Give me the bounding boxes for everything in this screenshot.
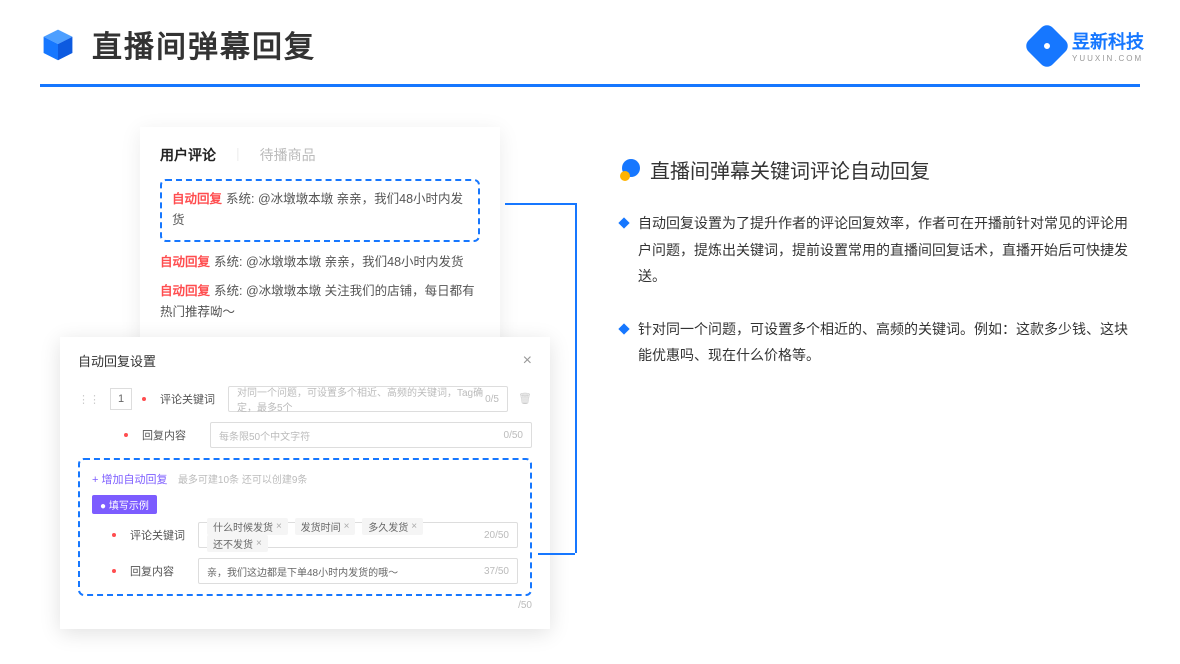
bullet-item: 自动回复设置为了提升作者的评论回复效率，作者可在开播前针对常见的评论用户问题，提… bbox=[620, 210, 1140, 290]
connector-line bbox=[538, 553, 575, 555]
tag-remove-icon[interactable]: × bbox=[344, 521, 350, 532]
keyword-placeholder: 对同一个问题，可设置多个相近、高频的关键词，Tag确定，最多5个 bbox=[237, 384, 485, 414]
auto-reply-badge: 自动回复 bbox=[160, 284, 210, 298]
connector-line bbox=[505, 203, 575, 205]
tag-remove-icon[interactable]: × bbox=[256, 538, 262, 549]
reply-row: 自动回复系统: @冰墩墩本墩 关注我们的店铺，每日都有热门推荐呦～ bbox=[160, 281, 480, 324]
content-input[interactable]: 每条限50个中文字符 0/50 bbox=[210, 422, 532, 448]
connector-line bbox=[575, 203, 577, 553]
keyword-input[interactable]: 对同一个问题，可设置多个相近、高频的关键词，Tag确定，最多5个 0/5 bbox=[228, 386, 508, 412]
drag-handle-icon[interactable]: ⋮⋮ bbox=[78, 393, 100, 406]
keyword-tag[interactable]: 多久发货× bbox=[362, 518, 423, 535]
diamond-icon bbox=[618, 323, 629, 334]
auto-reply-badge: 自动回复 bbox=[172, 192, 222, 206]
keyword-tag[interactable]: 还不发货× bbox=[207, 535, 268, 552]
ex-keyword-count: 20/50 bbox=[484, 530, 509, 541]
tab-divider: | bbox=[236, 145, 240, 165]
ex-content-input[interactable]: 亲，我们这边都是下单48小时内发货的哦～ 37/50 bbox=[198, 558, 518, 584]
keyword-count: 0/5 bbox=[485, 394, 499, 405]
diamond-icon bbox=[618, 217, 629, 228]
add-auto-reply-link[interactable]: + 增加自动回复 bbox=[92, 471, 167, 487]
logo-cube-icon bbox=[40, 26, 76, 62]
page-title: 直播间弹幕回复 bbox=[92, 22, 316, 66]
required-dot-icon bbox=[142, 397, 146, 401]
brand-name: 昱新科技 bbox=[1072, 28, 1144, 54]
reply-text: 系统: @冰墩墩本墩 亲亲，我们48小时内发货 bbox=[214, 255, 464, 269]
required-dot-icon bbox=[124, 433, 128, 437]
brand-sub: YUUXIN.COM bbox=[1072, 54, 1144, 63]
auto-reply-badge: 自动回复 bbox=[160, 255, 210, 269]
reply-row: 自动回复系统: @冰墩墩本墩 亲亲，我们48小时内发货 bbox=[160, 252, 480, 273]
required-dot-icon bbox=[112, 533, 116, 537]
ex-keyword-input[interactable]: 什么时候发货× 发货时间× 多久发货× 还不发货× 20/50 bbox=[198, 522, 518, 548]
tag-remove-icon[interactable]: × bbox=[411, 521, 417, 532]
settings-panel: 自动回复设置 × ⋮⋮ 1 评论关键词 对同一个问题，可设置多个相近、高频的关键… bbox=[60, 337, 550, 629]
ex-content-value: 亲，我们这边都是下单48小时内发货的哦～ bbox=[207, 564, 398, 579]
index-box: 1 bbox=[110, 388, 132, 410]
ex-tags-container: 什么时候发货× 发货时间× 多久发货× 还不发货× bbox=[207, 518, 484, 552]
keyword-label: 评论关键词 bbox=[160, 391, 218, 407]
outer-count: /50 bbox=[78, 600, 532, 611]
keyword-tag[interactable]: 发货时间× bbox=[295, 518, 356, 535]
tag-remove-icon[interactable]: × bbox=[276, 521, 282, 532]
section-icon bbox=[620, 159, 642, 181]
content-label: 回复内容 bbox=[142, 427, 200, 443]
bullet-text: 自动回复设置为了提升作者的评论回复效率，作者可在开播前针对常见的评论用户问题，提… bbox=[638, 210, 1130, 290]
brand-block: 昱新科技 YUUXIN.COM bbox=[1030, 28, 1144, 63]
required-dot-icon bbox=[112, 569, 116, 573]
content-count: 0/50 bbox=[504, 430, 523, 441]
ex-content-label: 回复内容 bbox=[130, 563, 188, 579]
settings-title: 自动回复设置 bbox=[78, 351, 156, 370]
comments-panel: 用户评论 | 待播商品 自动回复系统: @冰墩墩本墩 亲亲，我们48小时内发货 … bbox=[140, 127, 500, 355]
tab-user-comments[interactable]: 用户评论 bbox=[160, 145, 216, 165]
delete-icon[interactable]: 🗑 bbox=[518, 392, 532, 406]
bullet-text: 针对同一个问题，可设置多个相近的、高频的关键词。例如：这款多少钱、这块能优惠吗、… bbox=[638, 316, 1130, 369]
example-badge: ● 填写示例 bbox=[92, 495, 157, 514]
brand-icon bbox=[1023, 21, 1071, 69]
close-icon[interactable]: × bbox=[523, 352, 532, 370]
section-title: 直播间弹幕关键词评论自动回复 bbox=[650, 155, 930, 184]
keyword-tag[interactable]: 什么时候发货× bbox=[207, 518, 288, 535]
highlighted-reply: 自动回复系统: @冰墩墩本墩 亲亲，我们48小时内发货 bbox=[160, 179, 480, 242]
example-group: + 增加自动回复 最多可建10条 还可以创建9条 ● 填写示例 评论关键词 什么… bbox=[78, 458, 532, 596]
add-hint: 最多可建10条 还可以创建9条 bbox=[178, 475, 307, 486]
ex-content-count: 37/50 bbox=[484, 566, 509, 577]
tab-pending-goods[interactable]: 待播商品 bbox=[260, 145, 316, 165]
ex-keyword-label: 评论关键词 bbox=[130, 527, 188, 543]
bullet-item: 针对同一个问题，可设置多个相近的、高频的关键词。例如：这款多少钱、这块能优惠吗、… bbox=[620, 316, 1140, 369]
content-placeholder: 每条限50个中文字符 bbox=[219, 428, 310, 443]
